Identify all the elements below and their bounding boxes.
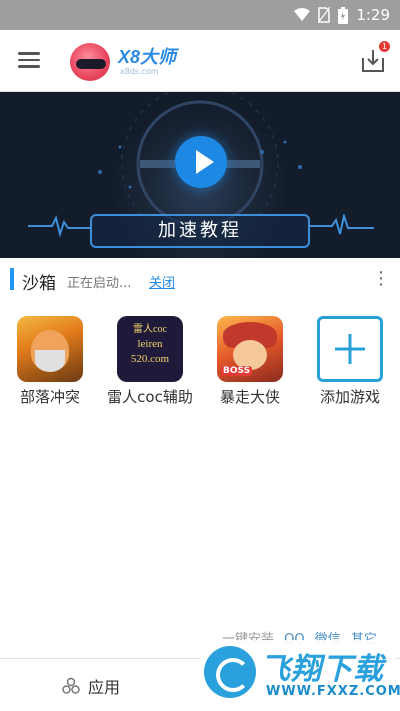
game-label: 添加游戏 [319,388,380,406]
logo-subtitle: x8ds.com [120,67,159,76]
sandbox-close-link[interactable]: 关闭 [149,272,175,291]
baozou-daxia-icon: BOSS [217,316,283,382]
leiren-coc-icon: 雷人coc leiren 520.com [117,316,183,382]
sandbox-status: 正在启动... [67,276,132,291]
app-bar: X8大师 x8ds.com 1 [0,30,400,92]
watermark-logo-icon [204,646,256,698]
tab-apps[interactable]: 应用 [62,673,120,699]
status-bar: 1:29 [0,0,400,30]
icon-text: 雷人coc [133,324,167,335]
battery-icon [338,6,349,24]
download-manager-button[interactable]: 1 [360,41,390,74]
game-label: 暴走大侠 [219,388,280,406]
tutorial-label[interactable]: 加速教程 [90,214,310,248]
wave-right-decoration [310,214,374,235]
app-logo: X8大师 x8ds.com [70,42,176,82]
section-indicator [10,268,14,290]
watermark: 飞翔下载 WWW.FXXZ.COM [200,640,400,708]
watermark-title: 飞翔下载 [260,652,384,687]
mascot-icon [70,43,110,81]
watermark-url: WWW.FXXZ.COM [266,684,400,699]
logo-title: X8大师 [118,47,177,67]
apps-icon [62,677,80,694]
game-label: 部落冲突 [19,388,80,406]
wave-left-decoration [28,215,92,238]
clock: 1:29 [356,6,390,24]
clash-of-clans-icon [17,316,83,382]
download-count-badge: 1 [379,41,390,52]
play-video-button[interactable] [175,136,227,188]
add-game-icon [317,316,383,382]
wifi-icon [294,8,311,21]
icon-text: 520.com [130,353,170,365]
boss-tag: BOSS [221,366,253,376]
add-game-button[interactable]: 添加游戏 [300,316,400,408]
more-options-icon[interactable]: ⋮ [372,268,390,290]
game-item-clash-of-clans[interactable]: 部落冲突 [0,316,100,408]
sandbox-title: 沙箱 [22,274,56,294]
tab-apps-label: 应用 [88,678,121,697]
menu-button[interactable] [18,48,44,74]
game-item-baozou-daxia[interactable]: BOSS 暴走大侠 [200,316,300,408]
icon-text: leiren [137,338,163,350]
game-label: 雷人coc辅助 [107,388,193,406]
hamburger-icon [18,52,40,55]
game-item-leiren-coc[interactable]: 雷人coc leiren 520.com 雷人coc辅助 [100,316,200,408]
no-sim-icon [318,7,331,23]
